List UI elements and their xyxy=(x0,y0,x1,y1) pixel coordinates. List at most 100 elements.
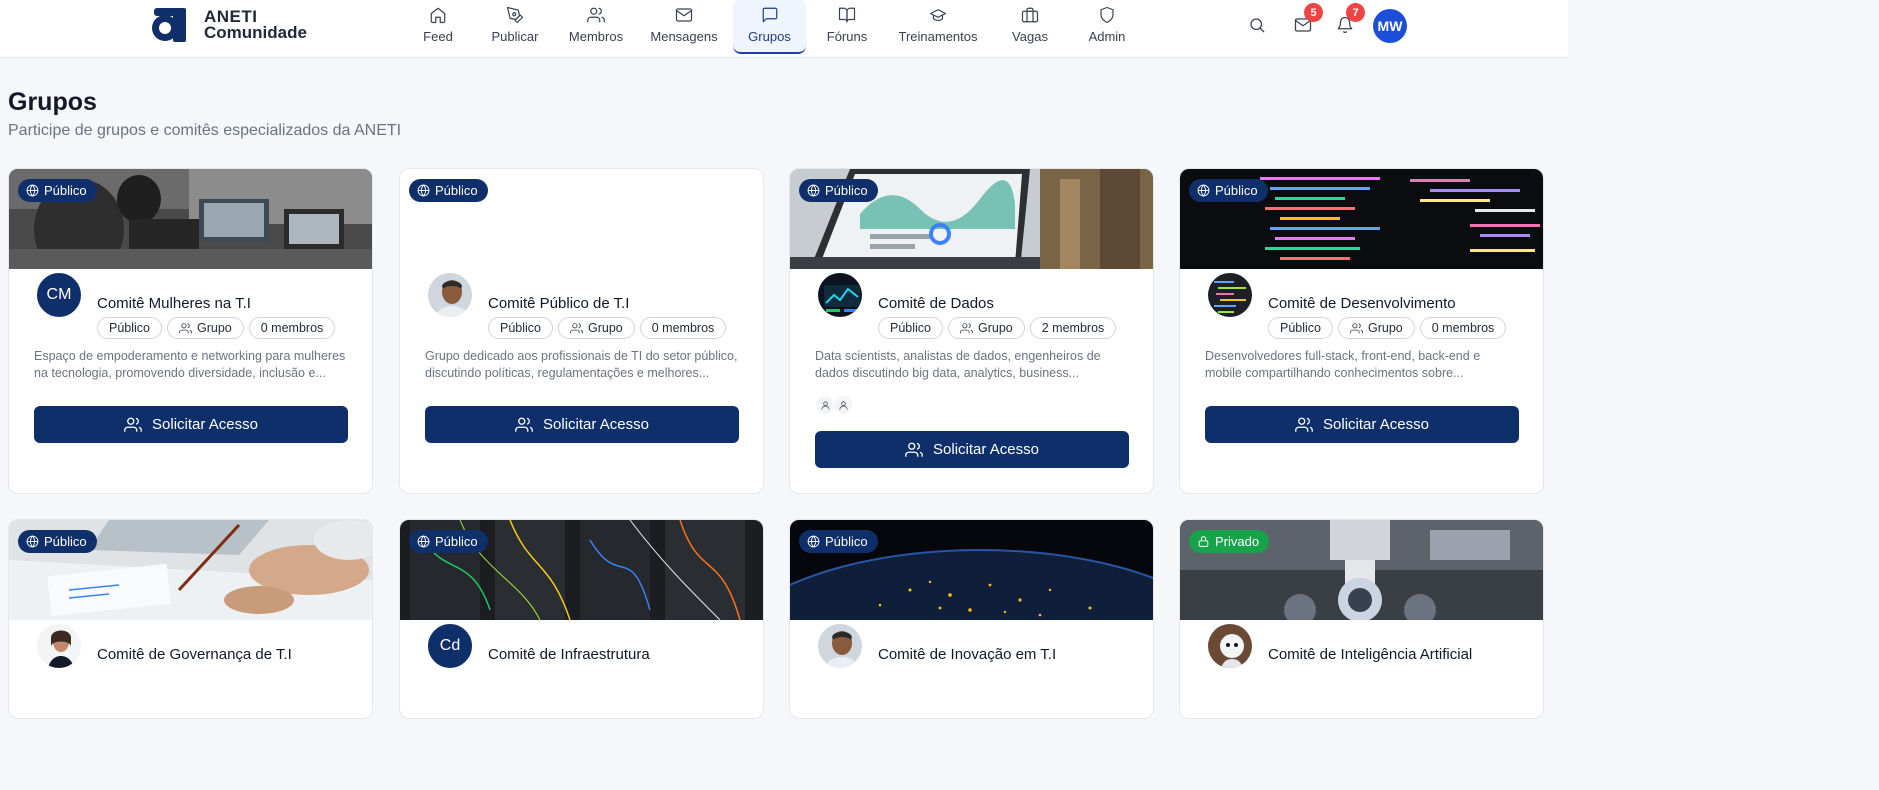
group-card: Privado Comitê de Inteligência Artificia… xyxy=(1179,519,1544,719)
search-button[interactable] xyxy=(1248,16,1270,38)
users-icon xyxy=(570,322,583,333)
group-type-chip: Público xyxy=(488,317,553,339)
visibility-badge: Público xyxy=(409,530,488,553)
request-access-button[interactable]: Solicitar Acesso xyxy=(815,431,1129,468)
group-card: Público Comitê de Desenvolvimento Públic… xyxy=(1179,168,1544,494)
users-icon xyxy=(587,7,605,23)
top-navbar: ANETI Comunidade Feed Publicar Membros M… xyxy=(0,0,1568,58)
visibility-label: Privado xyxy=(1215,534,1260,549)
member-avatar[interactable] xyxy=(815,395,835,415)
group-card: Público Comitê de Dados Público Grupo 2 … xyxy=(789,168,1154,494)
member-avatars xyxy=(815,395,853,415)
request-access-button[interactable]: Solicitar Acesso xyxy=(425,406,739,443)
group-type-label: Público xyxy=(1280,321,1321,335)
group-avatar xyxy=(1206,622,1254,670)
request-access-label: Solicitar Acesso xyxy=(933,441,1039,458)
globe-icon xyxy=(26,535,39,548)
description-line: Desenvolvedores full-stack, front-end, b… xyxy=(1205,349,1481,363)
request-access-button[interactable]: Solicitar Acesso xyxy=(1205,406,1519,443)
description-line: na tecnologia, promovendo diversidade, i… xyxy=(34,366,326,380)
globe-icon xyxy=(26,184,39,197)
group-type-label: Público xyxy=(890,321,931,335)
messages-button[interactable]: 5 xyxy=(1294,3,1323,38)
group-name[interactable]: Comitê de Dados xyxy=(878,295,994,312)
globe-icon xyxy=(807,535,820,548)
group-name[interactable]: Comitê de Governança de T.I xyxy=(97,646,292,663)
notifications-button[interactable]: 7 xyxy=(1336,3,1365,38)
group-name[interactable]: Comitê de Desenvolvimento xyxy=(1268,295,1456,312)
nav-mensagens[interactable]: Mensagens xyxy=(645,0,723,54)
group-card: Público Comitê de Inovação em T.I xyxy=(789,519,1154,719)
group-cover-image: Público xyxy=(1180,169,1543,269)
description-line: Grupo dedicado aos profissionais de TI d… xyxy=(425,349,738,363)
nav-mensagens-label: Mensagens xyxy=(650,29,718,44)
group-avatar xyxy=(816,622,864,670)
nav-admin-label: Admin xyxy=(1088,29,1126,44)
group-name[interactable]: Comitê Público de T.I xyxy=(488,295,629,312)
visibility-badge: Público xyxy=(799,179,878,202)
description-line: dados discutindo big data, analytics, bu… xyxy=(815,366,1080,380)
description-line: mobile compartilhando conhecimentos sobr… xyxy=(1205,366,1464,380)
request-access-label: Solicitar Acesso xyxy=(543,416,649,433)
group-name[interactable]: Comitê de Inteligência Artificial xyxy=(1268,646,1472,663)
group-cover-image: Público xyxy=(790,520,1153,620)
nav-admin[interactable]: Admin xyxy=(1079,0,1135,54)
group-avatar xyxy=(816,271,864,319)
visibility-label: Público xyxy=(44,183,87,198)
group-avatar xyxy=(426,271,474,319)
user-avatar[interactable]: MW xyxy=(1373,9,1407,43)
group-description: Desenvolvedores full-stack, front-end, b… xyxy=(1205,348,1523,382)
group-avatar xyxy=(1206,271,1254,319)
globe-icon xyxy=(807,184,820,197)
page-subtitle: Participe de grupos e comitês especializ… xyxy=(8,122,402,139)
group-type-chip: Público xyxy=(878,317,943,339)
group-kind-label: Grupo xyxy=(197,321,232,335)
nav-treinamentos[interactable]: Treinamentos xyxy=(893,0,983,54)
nav-vagas[interactable]: Vagas xyxy=(1003,0,1057,54)
users-icon xyxy=(960,322,973,333)
visibility-label: Público xyxy=(825,183,868,198)
users-icon xyxy=(905,442,923,457)
group-card: Público Comitê de Governança de T.I xyxy=(8,519,373,719)
nav-foruns[interactable]: Fóruns xyxy=(817,0,877,54)
group-name[interactable]: Comitê de Inovação em T.I xyxy=(878,646,1056,663)
visibility-label: Público xyxy=(435,183,478,198)
visibility-label: Público xyxy=(44,534,87,549)
group-type-chip: Público xyxy=(1268,317,1333,339)
nav-membros-label: Membros xyxy=(568,29,624,44)
nav-feed[interactable]: Feed xyxy=(408,0,468,54)
group-cover-image: Público xyxy=(9,520,372,620)
pen-icon xyxy=(506,6,524,24)
visibility-badge: Privado xyxy=(1189,530,1270,553)
request-access-label: Solicitar Acesso xyxy=(152,416,258,433)
member-avatar[interactable] xyxy=(833,395,853,415)
group-card: Público Comitê Público de T.I Público Gr… xyxy=(399,168,764,494)
page-title: Grupos xyxy=(8,88,97,116)
members-count-chip: 2 membros xyxy=(1029,317,1117,339)
user-icon xyxy=(820,400,830,410)
visibility-badge: Público xyxy=(409,179,488,202)
nav-vagas-label: Vagas xyxy=(1012,29,1048,44)
nav-grupos-label: Grupos xyxy=(748,29,791,44)
visibility-label: Público xyxy=(435,534,478,549)
group-name[interactable]: Comitê Mulheres na T.I xyxy=(97,295,251,312)
graduation-cap-icon xyxy=(929,9,947,22)
group-kind-label: Grupo xyxy=(588,321,623,335)
group-cover-image: Privado xyxy=(1180,520,1543,620)
group-avatar: Cd xyxy=(426,622,474,670)
group-name[interactable]: Comitê de Infraestrutura xyxy=(488,646,650,663)
group-cover-image: Público xyxy=(790,169,1153,269)
brand-logo[interactable]: ANETI Comunidade xyxy=(146,6,307,44)
nav-publicar-label: Publicar xyxy=(491,29,539,44)
description-line: Espaço de empoderamento e networking par… xyxy=(34,349,346,363)
nav-grupos[interactable]: Grupos xyxy=(733,0,806,54)
group-kind-chip: Grupo xyxy=(167,317,244,339)
request-access-button[interactable]: Solicitar Acesso xyxy=(34,406,348,443)
home-icon xyxy=(430,7,446,24)
users-icon xyxy=(1295,417,1313,432)
nav-publicar[interactable]: Publicar xyxy=(482,0,548,54)
group-kind-chip: Grupo xyxy=(1338,317,1415,339)
nav-membros[interactable]: Membros xyxy=(563,0,629,54)
group-avatar: CM xyxy=(35,271,83,319)
group-type-label: Público xyxy=(500,321,541,335)
